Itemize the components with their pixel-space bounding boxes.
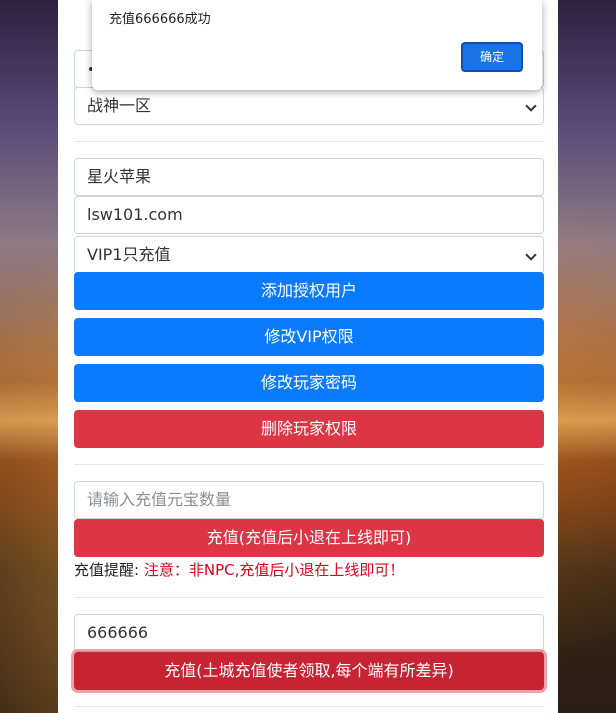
- player-name-input[interactable]: 星火苹果: [74, 158, 544, 196]
- alert-message: 充值666666成功: [109, 12, 211, 27]
- alert-dialog: 充值666666成功 确定: [92, 0, 542, 90]
- ingot-amount-placeholder: 请输入充值元宝数量: [87, 490, 232, 509]
- server-select-value: 战神一区: [87, 96, 152, 115]
- add-auth-button[interactable]: 添加授权用户: [74, 272, 544, 310]
- vip-select[interactable]: VIP1只充值: [74, 236, 544, 274]
- recharge-button[interactable]: 充值(充值后小退在上线即可): [74, 519, 544, 557]
- confirm-button[interactable]: 确定: [461, 42, 523, 72]
- divider: [74, 706, 544, 707]
- recharge-amount-input[interactable]: 666666: [74, 614, 544, 652]
- server-select[interactable]: 战神一区: [74, 87, 544, 125]
- notice-label: 充值提醒:: [74, 561, 140, 579]
- recharge-notice: 充值提醒: 注意：非NPC,充值后小退在上线即可！: [74, 560, 404, 580]
- recharge-npc-button[interactable]: 充值(土城充值使者领取,每个端有所差异): [74, 652, 544, 690]
- modify-vip-button[interactable]: 修改VIP权限: [74, 318, 544, 356]
- account-value: lsw101.com: [87, 205, 183, 224]
- vip-select-value: VIP1只充值: [87, 245, 171, 264]
- recharge-amount-value: 666666: [87, 623, 149, 642]
- modify-password-button[interactable]: 修改玩家密码: [74, 364, 544, 402]
- account-input[interactable]: lsw101.com: [74, 196, 544, 234]
- ingot-amount-input[interactable]: 请输入充值元宝数量: [74, 481, 544, 519]
- divider: [74, 141, 544, 142]
- divider: [74, 464, 544, 465]
- notice-warning: 注意：非NPC,充值后小退在上线即可！: [143, 561, 405, 579]
- player-name-value: 星火苹果: [87, 167, 152, 186]
- divider: [74, 597, 544, 598]
- delete-auth-button[interactable]: 删除玩家权限: [74, 410, 544, 448]
